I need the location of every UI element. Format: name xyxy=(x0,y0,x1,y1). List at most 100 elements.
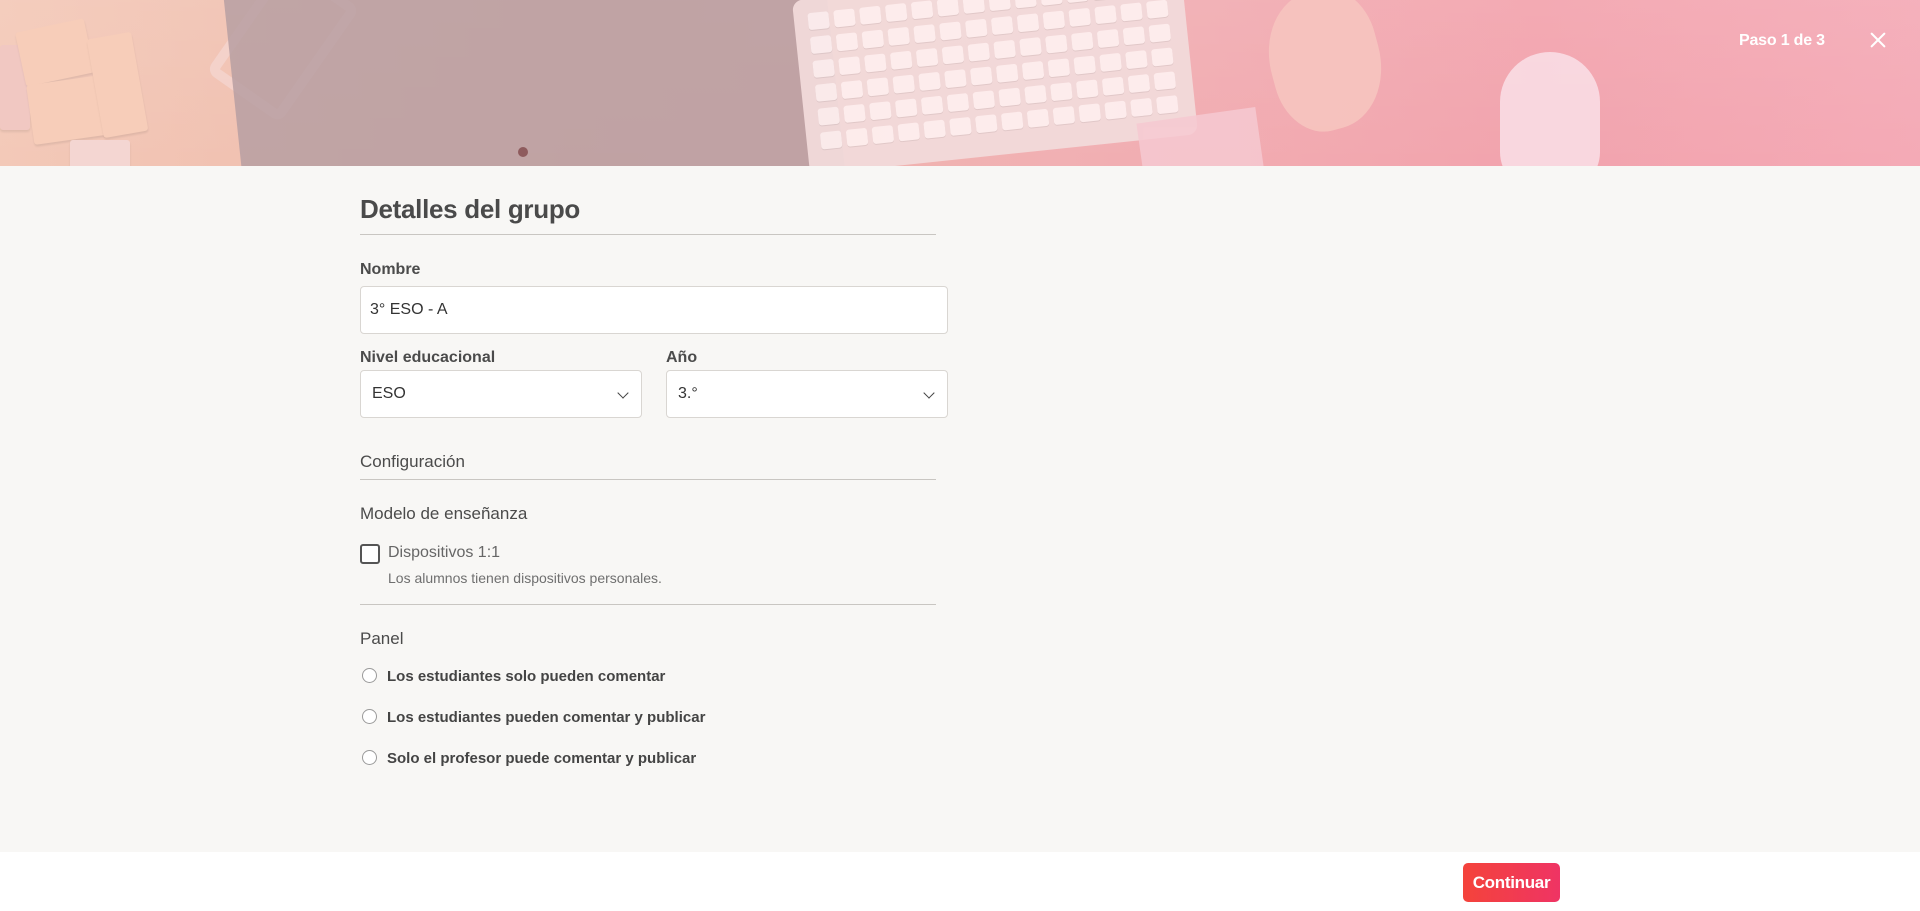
level-select[interactable]: ESO xyxy=(360,370,642,418)
chevron-down-icon xyxy=(923,387,935,399)
name-input[interactable] xyxy=(360,286,948,334)
banner-keyboard-key xyxy=(1040,0,1063,6)
banner-keyboard-key xyxy=(1014,0,1037,9)
chevron-down-icon xyxy=(617,387,629,399)
banner-keyboard-key xyxy=(923,119,946,139)
banner-keyboard-key xyxy=(884,2,908,23)
panel-option-radio[interactable] xyxy=(362,668,377,683)
teaching-model-divider xyxy=(360,604,936,605)
page-title: Detalles del grupo xyxy=(360,194,580,224)
banner-keyboard-key xyxy=(1145,0,1169,19)
banner-keyboard-key xyxy=(1021,60,1045,81)
banner-keyboard-key xyxy=(892,74,916,94)
banner-keyboard-key xyxy=(1122,26,1146,46)
panel-option-radio[interactable] xyxy=(362,750,377,765)
close-icon[interactable] xyxy=(1868,30,1888,50)
banner-keyboard-key xyxy=(869,101,892,121)
banner-keyboard-key xyxy=(913,24,936,44)
banner-keyboard-key xyxy=(915,47,939,68)
banner-keyboard-key xyxy=(946,93,970,113)
banner-felt-button xyxy=(518,147,528,157)
banner-keyboard-key xyxy=(1096,28,1120,49)
banner-keyboard-key xyxy=(866,77,890,97)
panel-option-label[interactable]: Los estudiantes solo pueden comentar xyxy=(387,668,665,685)
banner-keyboard-key xyxy=(1101,76,1125,96)
panel-option-label[interactable]: Los estudiantes pueden comentar y public… xyxy=(387,709,705,726)
banner-keyboard-key xyxy=(918,71,941,91)
banner-felt-case xyxy=(223,0,847,166)
banner-keyboard-key xyxy=(887,26,911,46)
banner-keyboard-key xyxy=(843,103,866,123)
banner-keyboard-key xyxy=(969,66,993,86)
banner-keyboard-key xyxy=(1130,97,1153,117)
banner-mouse xyxy=(1500,52,1600,166)
banner-keyboard-key xyxy=(1148,23,1172,43)
banner-keyboard-key xyxy=(1075,79,1099,99)
level-label: Nivel educacional xyxy=(360,349,496,366)
continue-button[interactable]: Continuar xyxy=(1463,863,1560,902)
banner-keyboard-key xyxy=(817,106,841,126)
banner-keyboard-key xyxy=(814,82,838,102)
banner-keyboard-key xyxy=(840,80,864,100)
banner-keyboard-key xyxy=(1120,2,1143,22)
banner-keyboard-key xyxy=(835,32,859,52)
banner-blocks xyxy=(0,18,150,166)
banner-keyboard-key xyxy=(964,18,988,38)
banner-keyboard-key xyxy=(949,116,972,136)
banner-keyboard-key xyxy=(1042,10,1066,30)
banner-keyboard-key xyxy=(889,50,913,70)
banner-keyboard-key xyxy=(1127,73,1151,94)
devices-help-text: Los alumnos tienen dispositivos personal… xyxy=(388,570,662,586)
banner-keyboard-key xyxy=(897,122,921,142)
config-divider xyxy=(360,479,936,480)
devices-checkbox[interactable] xyxy=(360,544,380,564)
title-divider xyxy=(360,234,936,235)
banner-keyboard-key xyxy=(990,15,1014,36)
footer-bar: Continuar xyxy=(0,852,1920,911)
banner-keyboard-key xyxy=(807,11,830,31)
banner-keyboard-key xyxy=(988,0,1011,12)
teaching-model-title: Modelo de enseñanza xyxy=(360,504,528,523)
banner-keyboard-key xyxy=(998,87,1022,107)
banner-keyboard-key xyxy=(939,21,962,41)
banner-keyboard-key xyxy=(910,0,934,20)
step-indicator: Paso 1 de 3 xyxy=(1739,32,1825,49)
banner-keyboard-key xyxy=(894,98,918,118)
header-banner: Paso 1 de 3 xyxy=(0,0,1920,166)
name-label: Nombre xyxy=(360,261,421,278)
banner-keyboard-key xyxy=(838,56,861,76)
banner-keyboard-key xyxy=(1094,5,1117,25)
banner-keyboard-key xyxy=(1153,71,1177,91)
banner-keyboard-key xyxy=(967,42,991,62)
banner-keyboard-key xyxy=(1026,108,1050,128)
year-select-value: 3.° xyxy=(678,385,698,402)
banner-keyboard-key xyxy=(1104,100,1127,120)
banner-keyboard-key xyxy=(861,29,885,49)
banner-keyboard-key xyxy=(1065,0,1089,4)
panel-title: Panel xyxy=(360,629,404,648)
config-title: Configuración xyxy=(360,452,465,471)
panel-option-radio[interactable] xyxy=(362,709,377,724)
banner-keyboard-key xyxy=(962,0,986,14)
level-select-value: ESO xyxy=(372,385,406,402)
banner-keyboard-key xyxy=(972,90,996,110)
banner-keyboard-key xyxy=(871,125,895,145)
banner-keyboard-key xyxy=(864,53,887,73)
banner-keyboard-key xyxy=(1050,82,1073,102)
banner-keyboard-key xyxy=(920,95,944,115)
banner-keyboard-key xyxy=(1125,50,1148,70)
banner-keyboard-key xyxy=(1052,106,1076,126)
devices-label: Dispositivos 1:1 xyxy=(388,544,501,561)
banner-keyboard-key xyxy=(1047,58,1071,78)
banner-keyboard-key xyxy=(1019,37,1042,57)
banner-keyboard-key xyxy=(1024,84,1047,104)
banner-keyboard-key xyxy=(1016,13,1040,33)
banner-keyboard-key xyxy=(1078,103,1102,123)
banner-keyboard-key xyxy=(1000,111,1024,131)
banner-keyboard-key xyxy=(809,34,833,55)
panel-option-label[interactable]: Solo el profesor puede comentar y public… xyxy=(387,750,696,767)
banner-keyboard-key xyxy=(1099,52,1122,72)
year-select[interactable]: 3.° xyxy=(666,370,948,418)
banner-keyboard-key xyxy=(1068,7,1092,27)
banner-keyboard-key xyxy=(993,39,1016,59)
